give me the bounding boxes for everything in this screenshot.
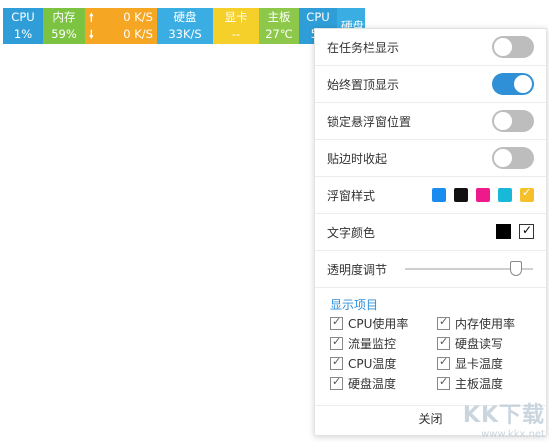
display-item-label: 流量监控 — [348, 336, 397, 351]
gpu-temp-cell: 显卡 -- — [213, 8, 259, 44]
upload-arrow-icon: 🠕 — [89, 11, 94, 24]
always-top-row: 始终置顶显示 — [315, 66, 546, 103]
memory-usage-cell: 内存 59% — [43, 8, 85, 44]
display-items-list: CPU使用率 内存使用率 流量监控 硬盘读写 CPU温度 显卡温度 硬盘温度 主… — [330, 315, 540, 391]
checkbox-checked-icon — [437, 355, 450, 370]
monitor-bar[interactable]: CPU 1% 内存 59% 🠕 0 K/S 🠗 0 K/S 硬盘 33K/S 显… — [3, 8, 365, 44]
edge-hide-label: 贴边时收起 — [327, 151, 388, 166]
download-arrow-icon: 🠗 — [89, 28, 94, 41]
edge-hide-row: 贴边时收起 — [315, 140, 546, 177]
edge-hide-toggle[interactable] — [492, 147, 534, 169]
style-swatches — [424, 186, 534, 202]
checkbox-checked-icon — [330, 355, 343, 370]
text-color-white-option[interactable] — [519, 223, 534, 239]
display-item-checkbox[interactable]: 显卡温度 — [437, 355, 540, 371]
display-item-checkbox[interactable]: 主板温度 — [437, 375, 540, 391]
style-swatch[interactable] — [498, 188, 512, 202]
toggle-knob — [494, 112, 512, 130]
board-temp-cell: 主板 27℃ — [259, 8, 299, 44]
display-item-checkbox[interactable]: 硬盘读写 — [437, 335, 540, 351]
toggle-knob — [494, 149, 512, 167]
style-swatch[interactable] — [432, 188, 446, 202]
gpu-value: -- — [231, 27, 241, 41]
memory-label: 内存 — [52, 10, 76, 24]
opacity-slider[interactable] — [405, 261, 533, 276]
disk-value: 33K/S — [168, 27, 202, 41]
style-swatch[interactable] — [454, 188, 468, 202]
display-item-label: CPU温度 — [348, 356, 397, 371]
display-item-label: 硬盘温度 — [348, 376, 397, 391]
checkbox-checked-icon — [330, 375, 343, 390]
download-value: 0 K/S — [123, 27, 153, 41]
cpu-temp-label: CPU — [306, 10, 330, 24]
site-watermark: KK下载 www.kkx.net — [463, 397, 545, 440]
show-taskbar-row: 在任务栏显示 — [315, 29, 546, 66]
lock-position-row: 锁定悬浮窗位置 — [315, 103, 546, 140]
lock-position-label: 锁定悬浮窗位置 — [327, 114, 412, 129]
watermark-logo-text: KK下载 — [462, 403, 545, 428]
text-color-label: 文字颜色 — [327, 225, 376, 240]
style-row: 浮窗样式 — [315, 177, 546, 214]
display-item-checkbox[interactable]: 内存使用率 — [437, 315, 540, 331]
gpu-label: 显卡 — [224, 10, 248, 24]
disk-label: 硬盘 — [173, 10, 197, 24]
upload-value: 0 K/S — [123, 10, 153, 24]
opacity-row: 透明度调节 — [315, 251, 546, 288]
watermark-url: www.kkx.net — [481, 429, 545, 440]
display-items-title: 显示项目 — [330, 298, 379, 312]
checkbox-checked-icon — [330, 315, 343, 330]
opacity-slider-thumb[interactable] — [510, 261, 523, 276]
checkbox-checked-icon — [330, 335, 343, 350]
display-item-checkbox[interactable]: 硬盘温度 — [330, 375, 437, 391]
show-taskbar-toggle[interactable] — [492, 36, 534, 58]
always-top-toggle[interactable] — [492, 73, 534, 95]
checkbox-checked-icon — [437, 335, 450, 350]
close-label: 关闭 — [418, 412, 443, 426]
show-taskbar-label: 在任务栏显示 — [327, 40, 400, 55]
cpu-value: 1% — [13, 27, 33, 41]
display-item-label: 主板温度 — [455, 376, 504, 391]
memory-value: 59% — [51, 27, 77, 41]
cpu-label: CPU — [11, 10, 35, 24]
lock-position-toggle[interactable] — [492, 110, 534, 132]
display-item-label: 硬盘读写 — [455, 336, 504, 351]
opacity-label: 透明度调节 — [327, 262, 388, 277]
style-swatch[interactable] — [476, 188, 490, 202]
toggle-knob — [514, 75, 532, 93]
display-items-section: 显示项目 CPU使用率 内存使用率 流量监控 硬盘读写 CPU温度 显卡温度 硬… — [315, 288, 546, 406]
display-item-label: 显卡温度 — [455, 356, 504, 371]
toggle-knob — [494, 38, 512, 56]
text-color-row: 文字颜色 — [315, 214, 546, 251]
style-label: 浮窗样式 — [327, 188, 376, 203]
settings-panel: 在任务栏显示 始终置顶显示 锁定悬浮窗位置 贴边时收起 浮窗样式 文字颜色 透明… — [314, 28, 547, 436]
style-swatch[interactable] — [520, 186, 534, 202]
checkbox-checked-icon — [437, 315, 450, 330]
display-item-label: 内存使用率 — [455, 316, 516, 331]
display-item-label: CPU使用率 — [348, 316, 409, 331]
display-item-checkbox[interactable]: CPU使用率 — [330, 315, 437, 331]
always-top-label: 始终置顶显示 — [327, 77, 400, 92]
display-item-checkbox[interactable]: CPU温度 — [330, 355, 437, 371]
disk-io-cell: 硬盘 33K/S — [157, 8, 213, 44]
board-label: 主板 — [267, 10, 291, 24]
cpu-usage-cell: CPU 1% — [3, 8, 43, 44]
text-color-black-option[interactable] — [496, 224, 511, 239]
checkbox-checked-icon — [437, 375, 450, 390]
board-value: 27℃ — [265, 27, 293, 41]
text-color-options — [488, 223, 534, 239]
network-cell: 🠕 0 K/S 🠗 0 K/S — [85, 8, 157, 44]
display-item-checkbox[interactable]: 流量监控 — [330, 335, 437, 351]
